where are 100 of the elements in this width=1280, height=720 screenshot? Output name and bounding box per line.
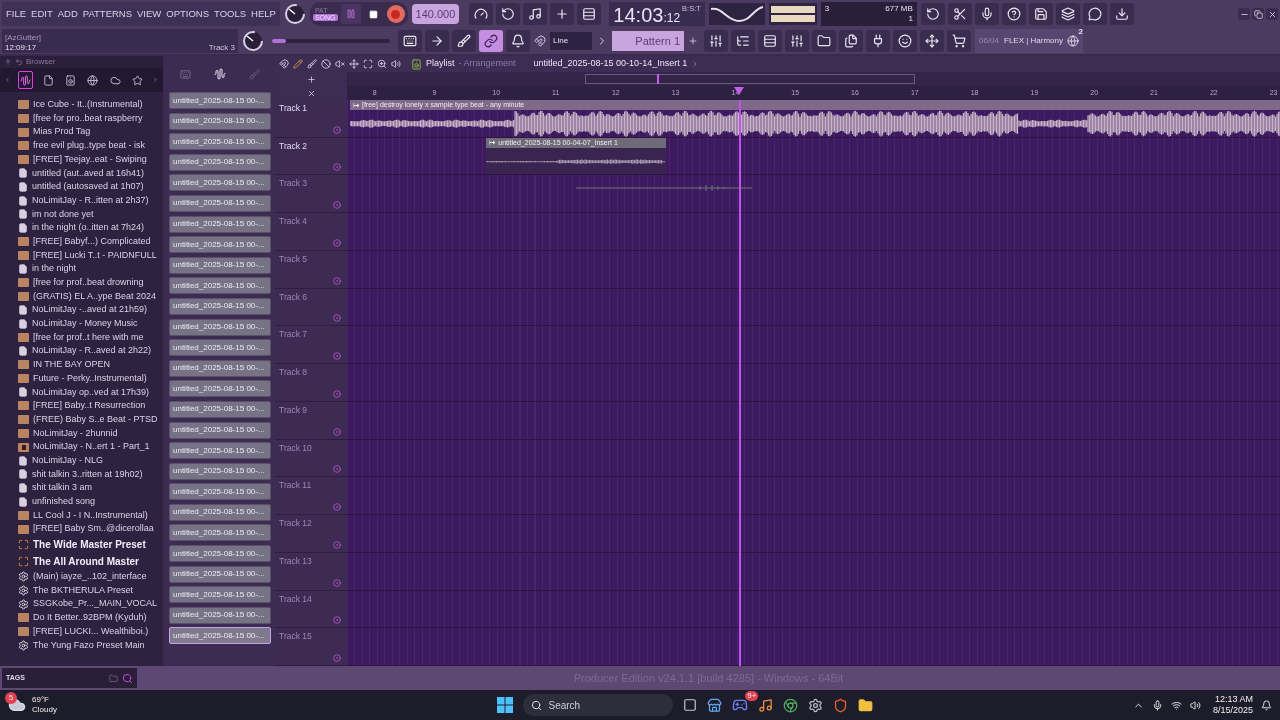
browser-item[interactable]: free evil plug..type beat - isk: [33, 139, 146, 153]
brush-button[interactable]: [452, 30, 476, 52]
record-button[interactable]: [386, 5, 405, 23]
browser-item[interactable]: [FREE] Baby..t Resurrection: [33, 399, 146, 413]
arrow-button[interactable]: [425, 30, 449, 52]
menu-item[interactable]: PATTERNS: [82, 6, 133, 22]
picker-clip[interactable]: untitled_2025-08-15 00-...: [169, 483, 271, 501]
browser-item[interactable]: [free for prof..beat drowning: [33, 276, 144, 290]
metronome-button[interactable]: [506, 30, 530, 52]
menu-item[interactable]: HELP: [251, 6, 276, 22]
browser-item[interactable]: The All Around Master: [33, 554, 139, 569]
picker-clip[interactable]: untitled_2025-08-15 00-...: [169, 400, 271, 418]
picker-clip[interactable]: untitled_2025-08-15 00-...: [169, 545, 271, 563]
picker-clip[interactable]: untitled_2025-08-15 00-...: [169, 586, 271, 604]
store-icon[interactable]: [707, 697, 723, 713]
browser-item[interactable]: untitled (aut..aved at 16h41): [32, 166, 145, 181]
minimize-button[interactable]: [1238, 8, 1250, 20]
playlist-button[interactable]: [758, 30, 782, 52]
record-audio-button[interactable]: [974, 3, 999, 25]
browser-item[interactable]: NoLimitJay - NLG: [32, 453, 103, 468]
mixer-view-button[interactable]: [785, 30, 809, 52]
add-button[interactable]: [550, 3, 575, 25]
track-enable-icon[interactable]: [333, 238, 341, 247]
track-enable-icon[interactable]: [333, 125, 341, 134]
menu-item[interactable]: VIEW: [137, 6, 162, 22]
export-button[interactable]: [1055, 3, 1080, 25]
track-header[interactable]: Track 7: [275, 326, 347, 365]
picker-clip[interactable]: untitled_2025-08-15 00-...: [169, 524, 271, 542]
browser-item[interactable]: unfinished song: [32, 495, 96, 509]
menu-item[interactable]: EDIT: [31, 6, 53, 22]
track-header[interactable]: Track 2: [275, 137, 347, 176]
picker-clip[interactable]: untitled_2025-08-15 00-...: [169, 565, 271, 583]
track-enable-icon[interactable]: [333, 352, 341, 361]
menu-item[interactable]: TOOLS: [214, 6, 247, 22]
menu-item[interactable]: FILE: [6, 6, 27, 22]
task-view-icon[interactable]: [683, 698, 698, 712]
picker-clip[interactable]: untitled_2025-08-15 00-...: [169, 503, 271, 521]
track-enable-icon[interactable]: [333, 427, 341, 436]
master-pitch-knob[interactable]: [242, 30, 264, 52]
browser-item[interactable]: [FREE] Teejay..eat - Swiping: [33, 152, 147, 167]
browser-item[interactable]: NoLimitJay -..aved at 21h59): [32, 303, 148, 317]
track-header[interactable]: Track 10: [275, 439, 347, 478]
browser-item[interactable]: The BKTHERULA Preset: [33, 583, 134, 598]
browser-item[interactable]: [free for prof..t here with me: [33, 330, 144, 345]
track-enable-icon[interactable]: [333, 503, 341, 512]
track-header[interactable]: Track 11: [275, 477, 347, 516]
track-enable-icon[interactable]: [333, 540, 341, 549]
browser-item[interactable]: NoLimitJay - N..ert 1 - Part_1: [33, 440, 150, 454]
picker-clip[interactable]: untitled_2025-08-15 00-...: [169, 627, 271, 645]
select-icon[interactable]: [363, 59, 373, 69]
track-enable-icon[interactable]: [333, 201, 341, 210]
browser-item[interactable]: LL Cool J - I N..Instrumental): [33, 508, 148, 523]
paint-icon[interactable]: [307, 59, 317, 69]
picker-clip[interactable]: untitled_2025-08-15 00-...: [169, 112, 271, 130]
shield-app-icon[interactable]: [833, 697, 849, 713]
step-button[interactable]: [523, 3, 548, 25]
picker-clip[interactable]: untitled_2025-08-15 00-...: [169, 236, 271, 254]
browser-item[interactable]: [FREE] Lucki T..t - PAIDNFULL: [33, 248, 157, 263]
zoom-icon[interactable]: [377, 59, 387, 69]
track-header[interactable]: Track 3: [275, 175, 347, 214]
picker-clip[interactable]: untitled_2025-08-15 00-...: [169, 421, 271, 439]
picker-clip[interactable]: untitled_2025-08-15 00-...: [169, 92, 271, 109]
picker-clip[interactable]: untitled_2025-08-15 00-...: [169, 256, 271, 274]
cut-button[interactable]: [947, 3, 972, 25]
browser-item[interactable]: NoLimitJay op..ved at 17h39): [32, 385, 150, 400]
browser-item[interactable]: Future - Perky..Instrumental): [33, 371, 147, 386]
browser-item[interactable]: im not done yet: [32, 207, 94, 222]
picker-clip[interactable]: untitled_2025-08-15 00-...: [169, 277, 271, 295]
mixer-button[interactable]: [704, 30, 728, 52]
start-icon[interactable]: [497, 697, 514, 713]
picker-clip[interactable]: untitled_2025-08-15 00-...: [169, 174, 271, 192]
network-icon[interactable]: [1170, 699, 1182, 711]
delete-icon[interactable]: [321, 59, 331, 69]
browser-item[interactable]: NoLimitJay - Money Music: [32, 317, 138, 331]
close-button[interactable]: [1266, 8, 1278, 20]
track-header[interactable]: Track 4: [275, 213, 347, 251]
picker-clip[interactable]: untitled_2025-08-15 00-...: [169, 339, 271, 357]
pitch-button[interactable]: [469, 3, 494, 25]
music-app-icon[interactable]: [758, 697, 774, 713]
track-header[interactable]: Track 6: [275, 288, 347, 327]
touch-button[interactable]: [893, 30, 917, 52]
browser-item[interactable]: NoLimitJay - 2hunnid: [33, 426, 118, 441]
news-panel[interactable]: 06/04 FLEX | Harmony 2: [975, 29, 1083, 53]
browser-item[interactable]: The Yung Fazo Preset Main: [33, 638, 145, 653]
microphone-icon[interactable]: [1151, 699, 1163, 711]
track-header[interactable]: Track 12: [275, 515, 347, 553]
gear-app-icon[interactable]: [808, 697, 824, 713]
track-enable-icon[interactable]: [333, 163, 341, 172]
plugin-button[interactable]: [866, 30, 890, 52]
track-enable-icon[interactable]: [333, 276, 341, 285]
track-enable-icon[interactable]: [333, 465, 341, 474]
browser-item[interactable]: [FREE] Baby Sm..@dicerollaa: [33, 522, 154, 536]
picker-clip[interactable]: untitled_2025-08-15 00-...: [169, 215, 271, 233]
browser-item[interactable]: (Main) iayze_..102_interface: [33, 570, 147, 584]
browser-item[interactable]: Do It Better..92BPM (Kyduh): [33, 611, 147, 625]
snap-dropdown[interactable]: Line: [550, 32, 592, 50]
shop-button[interactable]: [947, 30, 971, 52]
track-header[interactable]: Track 1: [275, 100, 347, 138]
track-header[interactable]: Track 8: [275, 364, 347, 402]
picker-clip[interactable]: untitled_2025-08-15 00-...: [169, 318, 271, 336]
